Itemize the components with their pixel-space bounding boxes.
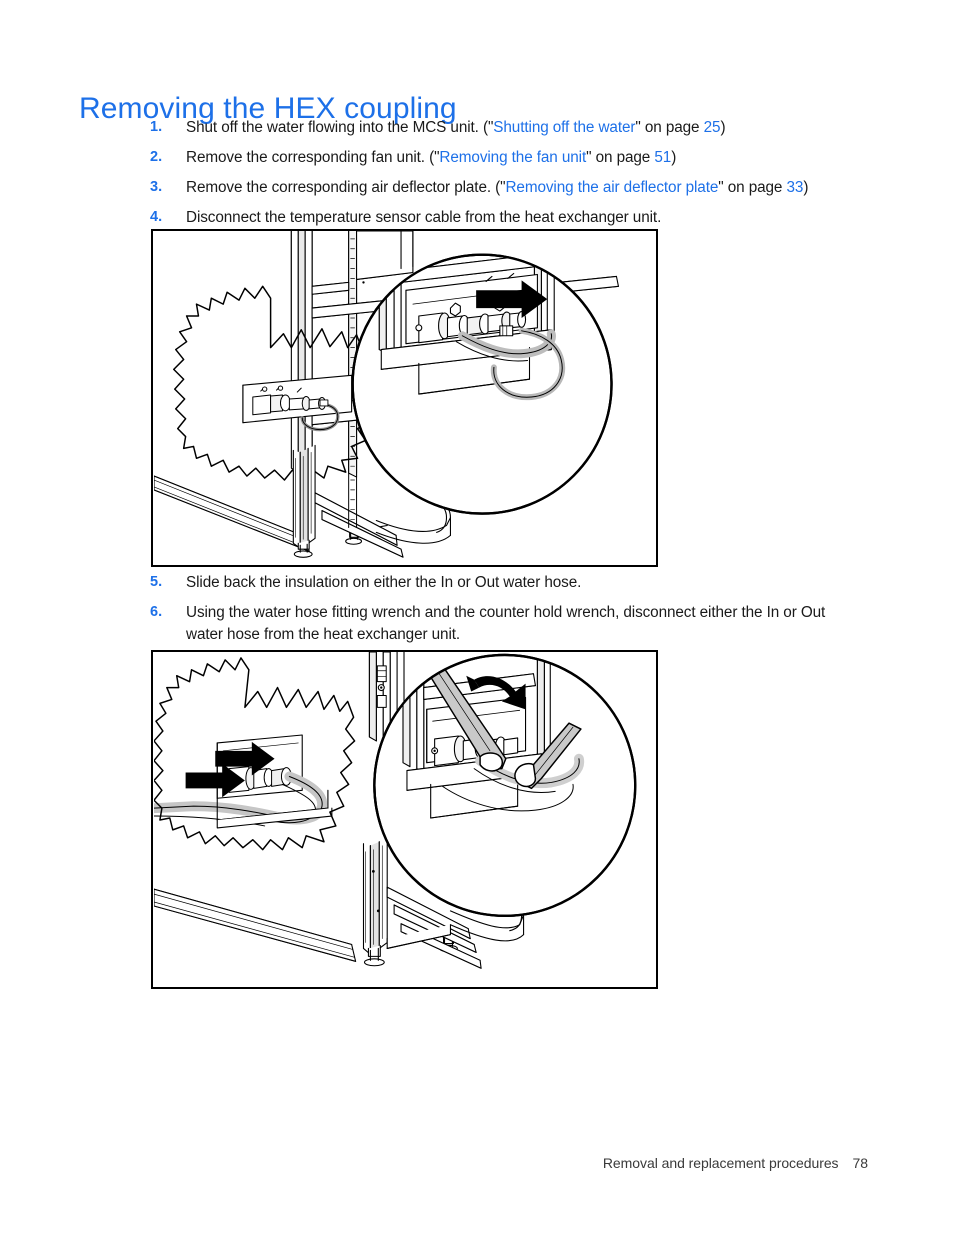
step-text-tail: ): [671, 149, 677, 166]
step-number: 2.: [150, 149, 163, 165]
figure-hose-wrench-disconnect: [151, 650, 658, 989]
cross-reference-page-number[interactable]: 33: [787, 179, 804, 196]
footer-page-number: 78: [852, 1155, 869, 1171]
procedure-step-list-part1: 1. Shut off the water flowing into the MC…: [150, 117, 850, 237]
step-number: 3.: [150, 179, 163, 195]
step-text-lead: Remove the corresponding air deflector p…: [186, 179, 506, 196]
step-text-tail: ): [803, 179, 809, 196]
step-text-lead: Disconnect the temperature sensor cable …: [186, 209, 662, 226]
step-number: 1.: [150, 119, 163, 135]
step-text-mid: " on page: [586, 149, 655, 166]
procedure-step: 5. Slide back the insulation on either th…: [150, 572, 850, 594]
step-text: Disconnect the temperature sensor cable …: [186, 207, 850, 229]
cross-reference-link[interactable]: Removing the fan unit: [439, 149, 586, 166]
step-text-lead: Using the water hose fitting wrench and …: [186, 604, 826, 643]
cross-reference-page-number[interactable]: 25: [704, 119, 721, 136]
figure-sensor-cable-disconnect: [151, 229, 658, 567]
procedure-step: 6. Using the water hose fitting wrench an…: [150, 602, 850, 645]
step-text: Remove the corresponding fan unit. ("Rem…: [186, 147, 850, 169]
step-text: Slide back the insulation on either the …: [186, 572, 850, 594]
step-number: 5.: [150, 574, 163, 590]
figure-1-illustration: [154, 231, 619, 558]
step-number: 6.: [150, 604, 163, 620]
procedure-step: 1. Shut off the water flowing into the MC…: [150, 117, 850, 139]
step-text-lead: Remove the corresponding fan unit. (": [186, 149, 440, 166]
procedure-step: 2. Remove the corresponding fan unit. ("R…: [150, 147, 850, 169]
step-text-mid: " on page: [718, 179, 787, 196]
step-text: Using the water hose fitting wrench and …: [186, 602, 850, 645]
cross-reference-link[interactable]: Removing the air deflector plate: [505, 179, 718, 196]
step-text-lead: Shut off the water flowing into the MCS …: [186, 119, 494, 136]
procedure-step: 4. Disconnect the temperature sensor cabl…: [150, 207, 850, 229]
figure-2-illustration: [153, 652, 637, 969]
step-text-mid: " on page: [635, 119, 704, 136]
step-text: Shut off the water flowing into the MCS …: [186, 117, 850, 139]
footer-section-label: Removal and replacement procedures: [602, 1155, 839, 1171]
document-page: Removing the HEX coupling 1. Shut off the…: [0, 0, 954, 1235]
page-footer: Removal and replacement procedures 78: [0, 1155, 954, 1171]
procedure-step: 3. Remove the corresponding air deflector…: [150, 177, 850, 199]
step-text: Remove the corresponding air deflector p…: [186, 177, 850, 199]
cross-reference-link[interactable]: Shutting off the water: [493, 119, 635, 136]
step-number: 4.: [150, 209, 163, 225]
step-text-tail: ): [720, 119, 726, 136]
procedure-step-list-part2: 5. Slide back the insulation on either th…: [150, 572, 850, 654]
cross-reference-page-number[interactable]: 51: [654, 149, 671, 166]
step-text-lead: Slide back the insulation on either the …: [186, 574, 582, 591]
